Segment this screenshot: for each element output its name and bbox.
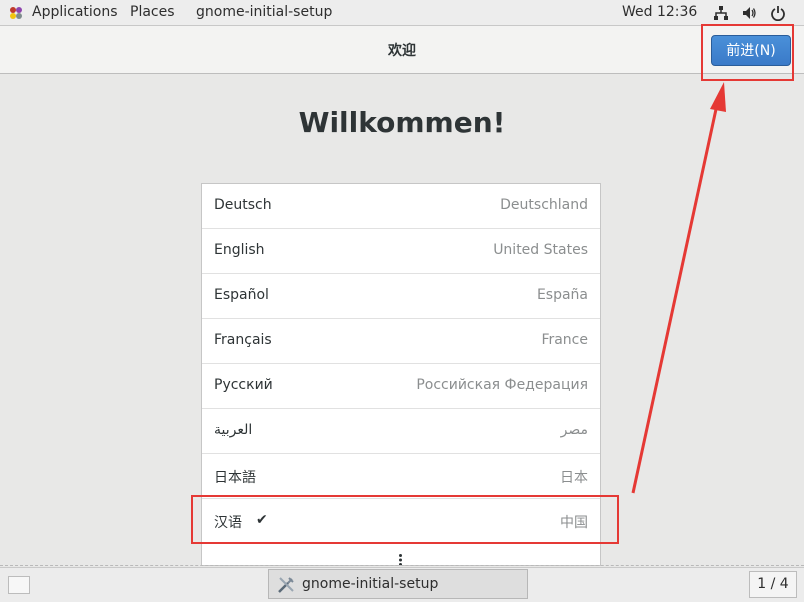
- language-region: Российская Федерация: [416, 377, 588, 393]
- language-row-arabic[interactable]: العربية مصر: [202, 409, 600, 454]
- taskbar-window-label: gnome-initial-setup: [302, 576, 439, 592]
- language-region: 日本: [560, 470, 588, 486]
- tools-icon: [278, 577, 294, 593]
- language-region: مصر: [560, 422, 588, 438]
- workspace-switcher[interactable]: 1 / 4: [749, 571, 797, 598]
- power-icon[interactable]: [770, 5, 786, 21]
- places-menu[interactable]: Places: [130, 4, 175, 20]
- annotation-box-chinese-row: [191, 495, 619, 544]
- language-name: Русский: [214, 377, 273, 393]
- language-region: España: [536, 287, 588, 303]
- language-name: 日本語: [214, 470, 256, 486]
- language-name: Español: [214, 287, 269, 303]
- language-row-japanese[interactable]: 日本語 日本: [202, 454, 600, 499]
- language-row-espanol[interactable]: Español España: [202, 274, 600, 319]
- language-name: English: [214, 242, 265, 258]
- language-row-english[interactable]: English United States: [202, 229, 600, 274]
- language-region: France: [541, 332, 588, 348]
- language-row-deutsch[interactable]: Deutsch Deutschland: [202, 184, 600, 229]
- language-name: Français: [214, 332, 272, 348]
- language-row-russian[interactable]: Русский Российская Федерация: [202, 364, 600, 409]
- language-region: United States: [493, 242, 588, 258]
- clock[interactable]: Wed 12:36: [622, 4, 697, 20]
- bottom-taskbar: gnome-initial-setup 1 / 4: [0, 567, 804, 602]
- taskbar-window-button[interactable]: gnome-initial-setup: [268, 569, 528, 599]
- show-desktop-button[interactable]: [8, 576, 30, 594]
- applications-menu[interactable]: Applications: [32, 4, 118, 20]
- volume-icon[interactable]: [741, 5, 757, 21]
- network-icon[interactable]: [713, 5, 729, 21]
- language-name: Deutsch: [214, 197, 272, 213]
- welcome-heading: Willkommen!: [298, 106, 506, 139]
- header-bar: 欢迎 前进(N): [0, 26, 804, 74]
- page-title: 欢迎: [388, 43, 416, 59]
- language-name: العربية: [214, 422, 253, 438]
- top-panel: Applications Places gnome-initial-setup …: [0, 0, 804, 26]
- annotation-box-next-button: [701, 24, 794, 81]
- app-menu[interactable]: gnome-initial-setup: [196, 4, 332, 20]
- language-row-francais[interactable]: Français France: [202, 319, 600, 364]
- applications-menu-icon[interactable]: [8, 5, 24, 21]
- divider: [0, 565, 804, 566]
- language-region: Deutschland: [500, 197, 588, 213]
